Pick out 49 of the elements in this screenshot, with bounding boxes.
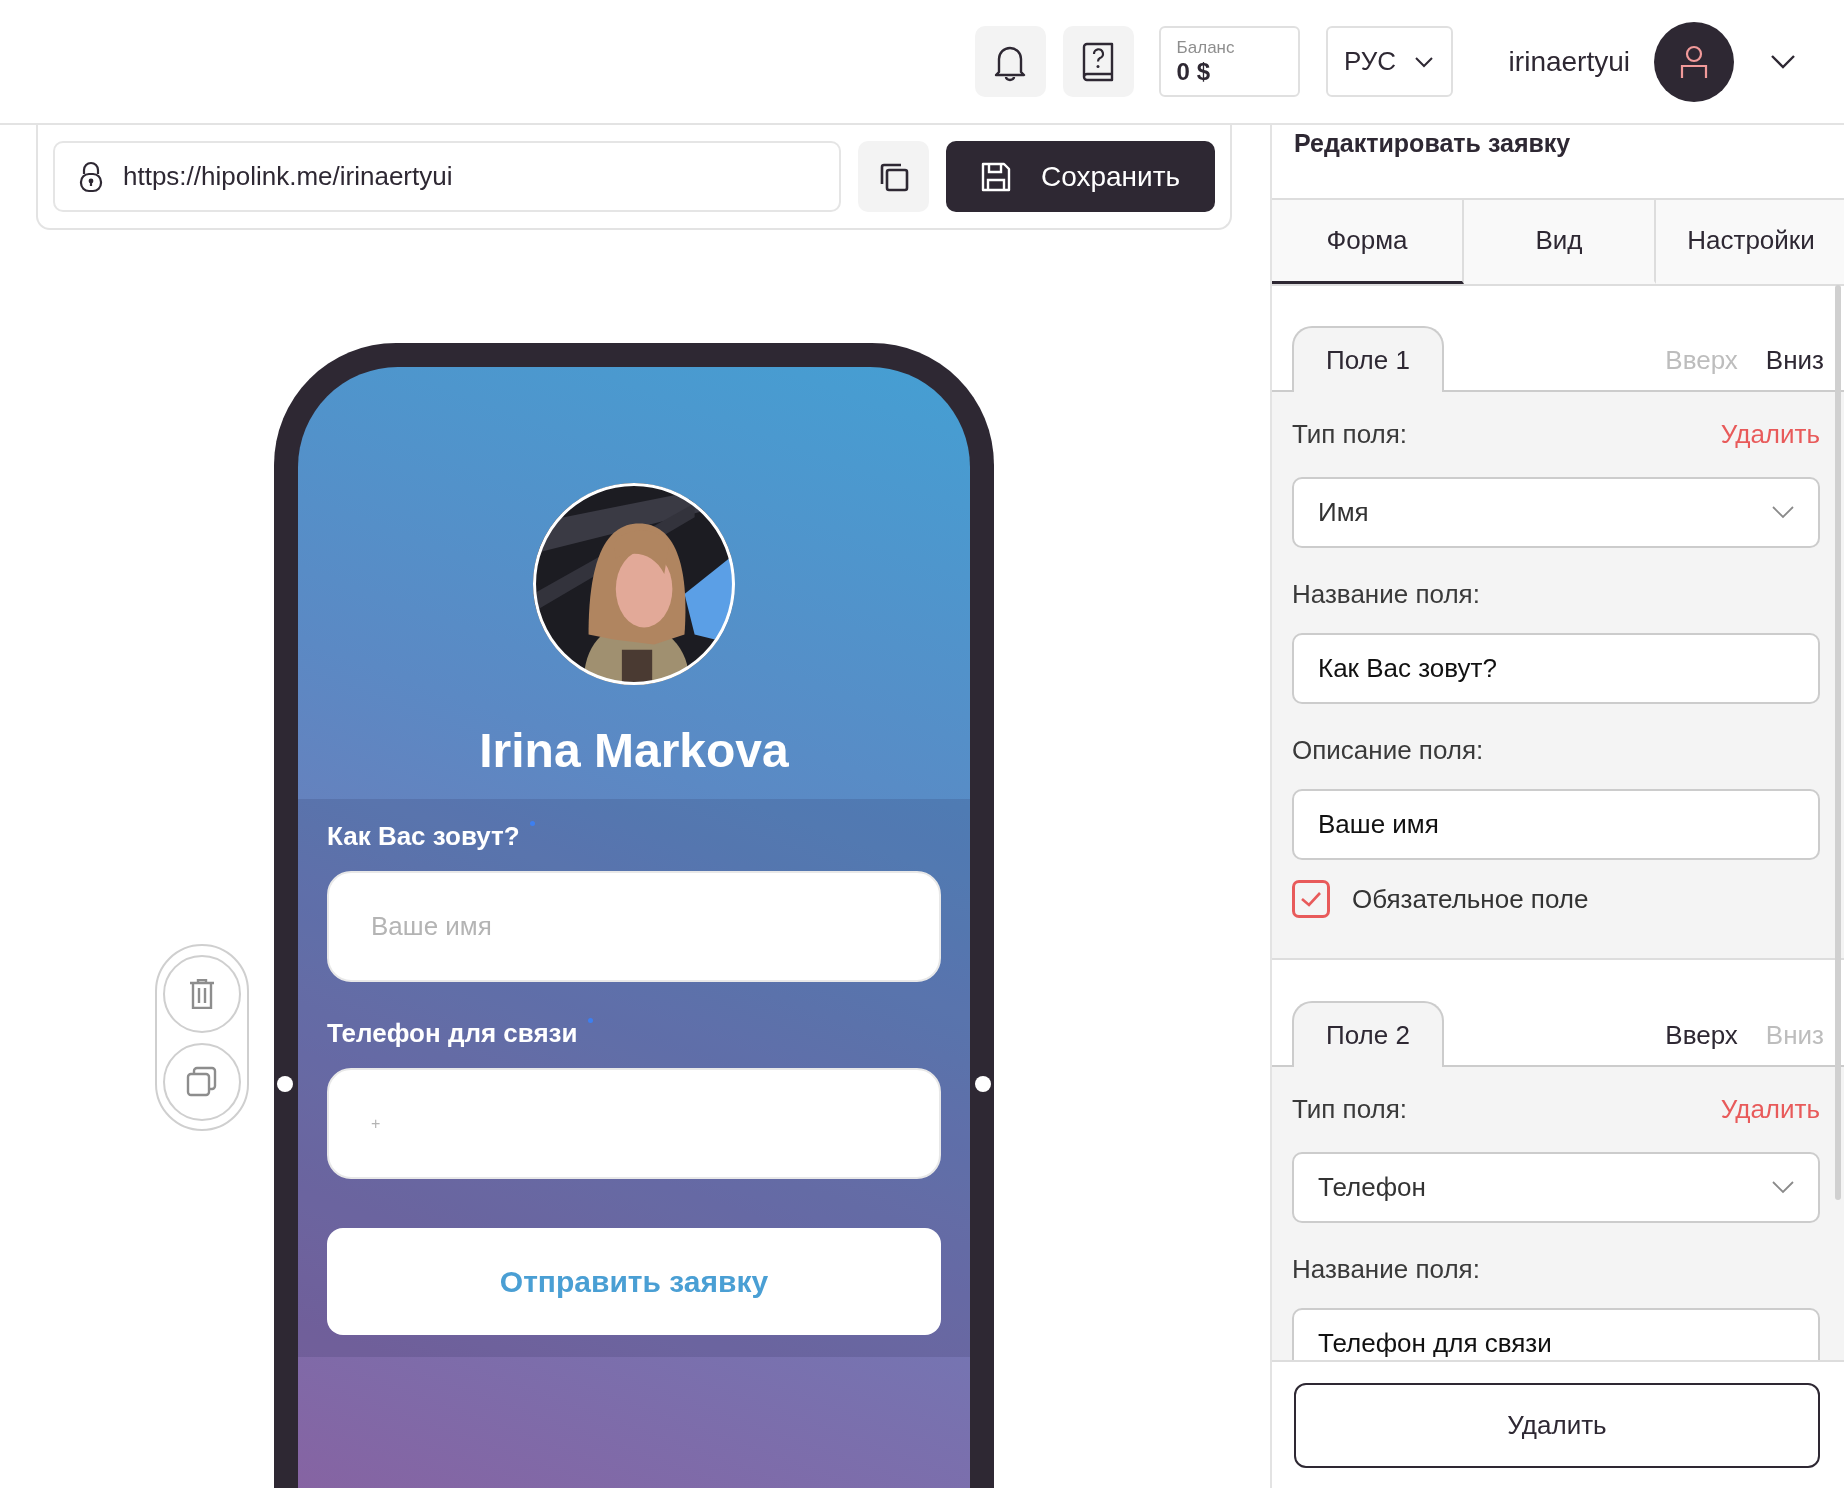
field-label: Тип поля: xyxy=(1292,1093,1407,1125)
chevron-down-icon xyxy=(1414,55,1435,68)
language-dropdown[interactable]: РУС xyxy=(1325,26,1453,97)
help-button[interactable] xyxy=(1062,26,1134,97)
input-field[interactable]: + xyxy=(327,1068,941,1179)
resize-handle[interactable] xyxy=(277,1076,293,1092)
delete-button[interactable]: Удалить xyxy=(1294,1383,1820,1468)
chevron-down-icon xyxy=(1772,1181,1794,1194)
tab[interactable]: Вид xyxy=(1464,200,1656,284)
input-field[interactable]: Как Вас зовут? xyxy=(1292,633,1820,704)
input-field[interactable]: Телефон для связи xyxy=(1292,1308,1820,1360)
url-field[interactable]: https://hipolink.me/irinaertyui xyxy=(53,141,841,212)
field-label: Название поля: xyxy=(1292,578,1481,611)
scrollbar[interactable] xyxy=(1835,285,1841,1200)
user-icon xyxy=(1679,44,1709,79)
field-label: Телефон для связи xyxy=(327,1017,578,1050)
delete-block-button[interactable] xyxy=(163,954,241,1033)
balance-label: Баланс xyxy=(1176,37,1236,58)
field-label: Как Вас зовут? xyxy=(327,820,520,853)
chevron-down-icon xyxy=(1770,53,1796,70)
tab[interactable]: Форма xyxy=(1272,200,1464,284)
panel-title: Редактировать заявку xyxy=(1293,128,1572,159)
copy-icon xyxy=(186,1065,218,1098)
field-tab[interactable]: Поле 2 xyxy=(1292,1001,1444,1067)
field-type-dropdown[interactable]: Телефон xyxy=(1292,1152,1820,1223)
resize-handle[interactable] xyxy=(975,1076,991,1092)
field-tab[interactable]: Поле 1 xyxy=(1292,326,1444,392)
copy-button[interactable] xyxy=(858,141,929,212)
save-button[interactable]: Сохранить xyxy=(946,141,1215,212)
move-down-link[interactable]: Вниз xyxy=(1765,344,1824,376)
chevron-down-icon xyxy=(1772,506,1794,519)
notifications-button[interactable] xyxy=(974,26,1046,97)
field-label: Тип поля: xyxy=(1292,418,1407,450)
field-label: Описание поля: xyxy=(1292,734,1485,767)
input-field[interactable]: Ваше имя xyxy=(327,871,941,982)
trash-icon xyxy=(189,978,215,1009)
field-label: Название поля: xyxy=(1292,1253,1481,1286)
checkbox-label: Обязательное поле xyxy=(1352,883,1589,915)
input-field[interactable]: Ваше имя xyxy=(1292,789,1820,860)
balance-value: 0 $ xyxy=(1176,57,1211,86)
checkmark-icon xyxy=(1300,891,1322,907)
field-type-dropdown[interactable]: Имя xyxy=(1292,477,1820,548)
duplicate-block-button[interactable] xyxy=(163,1042,241,1121)
checkbox[interactable] xyxy=(1292,880,1330,918)
username: irinaertyui xyxy=(1508,45,1630,78)
tab[interactable]: Настройки xyxy=(1656,200,1844,284)
profile-name: Irina Markova xyxy=(479,723,789,779)
move-up-link[interactable]: Вверх xyxy=(1665,1019,1738,1051)
lock-icon xyxy=(79,160,103,193)
